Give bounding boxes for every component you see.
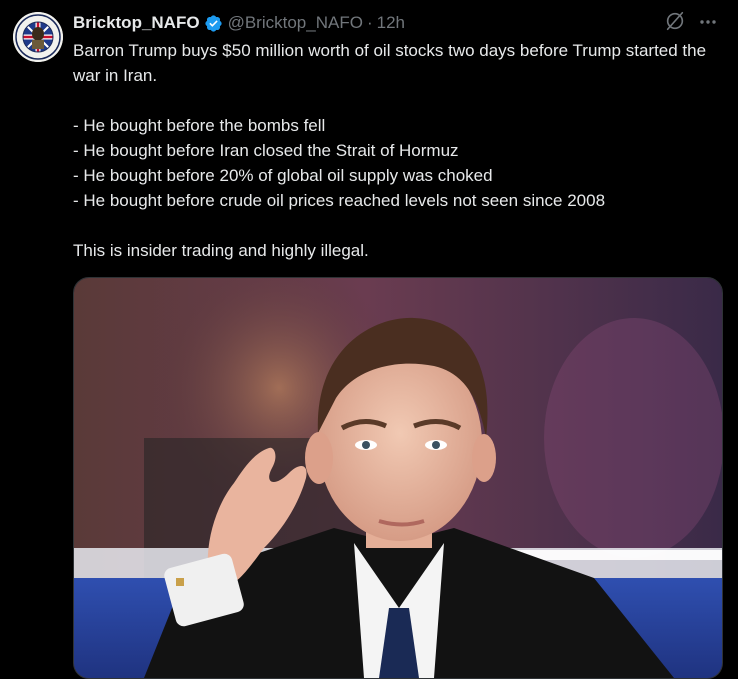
tweet-line: This is insider trading and highly illeg… — [73, 241, 369, 260]
tweet-line: - He bought before the bombs fell — [73, 116, 326, 135]
separator-dot: · — [366, 13, 373, 32]
tweet-line: - He bought before crude oil prices reac… — [73, 191, 606, 210]
tweet-text: Barron Trump buys $50 million worth of o… — [73, 38, 723, 263]
timestamp[interactable]: 12h — [377, 13, 405, 33]
nafo-logo-icon — [13, 12, 63, 62]
verified-badge-icon[interactable] — [204, 14, 223, 33]
photo-image — [74, 278, 722, 678]
grok-icon[interactable] — [664, 10, 686, 32]
tweet-header: Bricktop_NAFO @Bricktop_NAFO · 12h — [73, 12, 723, 34]
tweet-line: - He bought before Iran closed the Strai… — [73, 141, 459, 160]
user-handle[interactable]: @Bricktop_NAFO — [228, 13, 363, 33]
tweet-line: - He bought before 20% of global oil sup… — [73, 166, 493, 185]
tweet-photo[interactable] — [73, 277, 723, 679]
display-name[interactable]: Bricktop_NAFO — [73, 13, 200, 33]
avatar[interactable] — [13, 12, 63, 62]
more-icon[interactable] — [698, 12, 718, 32]
tweet-line: Barron Trump buys $50 million worth of o… — [73, 41, 707, 85]
